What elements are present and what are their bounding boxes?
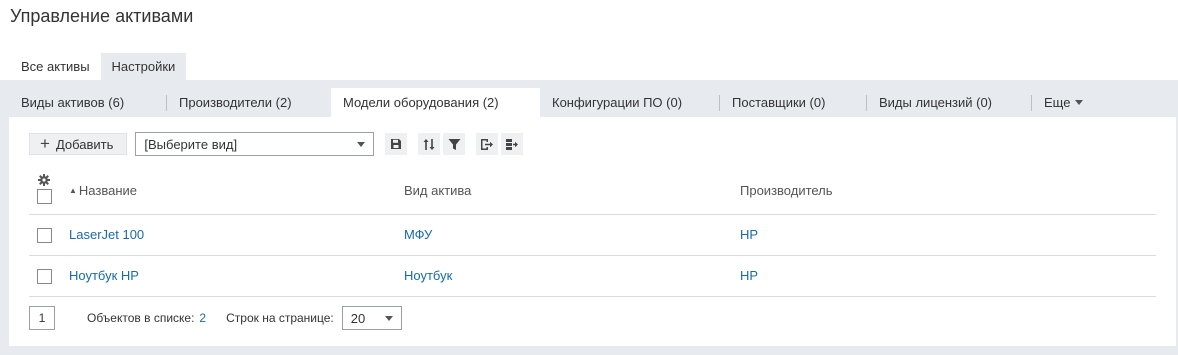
subtab-software-configs[interactable]: Конфигурации ПО (0) [540,88,720,118]
tab-all-assets[interactable]: Все активы [10,53,101,81]
select-all-checkbox[interactable] [37,189,52,204]
add-button[interactable]: + Добавить [29,133,128,155]
column-header-manufacturer[interactable]: Производитель [740,183,833,198]
top-tabs: Все активы Настройки [10,53,187,81]
subtab-suppliers[interactable]: Поставщики (0) [720,88,867,118]
row-checkbox[interactable] [37,228,52,243]
sort-button[interactable] [418,133,441,155]
count-value: 2 [199,311,207,325]
page-number-button[interactable]: 1 [29,306,55,330]
columns-export-icon [506,138,519,150]
rows-per-page-select[interactable]: 20 [341,306,402,330]
rows-per-page-label: Строк на странице: [226,311,334,325]
plus-icon: + [40,134,50,153]
subtab-asset-types[interactable]: Виды активов (6) [9,88,167,118]
row-name-link[interactable]: LaserJet 100 [69,227,144,242]
column-header-name-label: Название [78,183,138,198]
chevron-down-icon [357,141,366,147]
table-row: Ноутбук HP Ноутбук HP [29,256,1156,297]
row-type-link[interactable]: МФУ [404,227,432,242]
row-checkbox[interactable] [37,269,52,284]
tab-settings[interactable]: Настройки [100,53,187,81]
save-icon [391,139,402,149]
subtab-manufacturers[interactable]: Производители (2) [167,88,331,118]
subtab-more[interactable]: Еще [1032,88,1095,118]
table-footer: 1 Объектов в списке: 2 Строк на странице… [29,306,402,330]
page-title: Управление активами [10,6,194,26]
export-icon [481,138,494,150]
column-header-name[interactable]: ▲ Название [69,183,137,198]
view-select-value: [Выберите вид] [144,136,238,152]
chevron-down-icon [384,315,393,321]
row-manufacturer-link[interactable]: HP [740,268,758,283]
columns-export-button[interactable] [501,133,524,155]
filter-icon [448,138,461,150]
subtab-more-label: Еще [1044,95,1071,110]
column-header-type[interactable]: Вид актива [404,183,471,198]
toolbar: + Добавить [Выберите вид] [29,132,524,156]
gear-icon[interactable] [38,174,50,186]
subtab-license-types[interactable]: Виды лицензий (0) [867,88,1032,118]
add-button-label: Добавить [55,136,114,152]
sort-icon [423,138,435,150]
table-row: LaserJet 100 МФУ HP [29,215,1156,256]
row-manufacturer-link[interactable]: HP [740,227,758,242]
export-button[interactable] [476,133,499,155]
save-view-button[interactable] [385,133,408,155]
subtab-equipment-models[interactable]: Модели оборудования (2) [331,88,540,118]
filter-button[interactable] [443,133,466,155]
sub-tabs: Виды активов (6) Производители (2) Модел… [9,88,1095,118]
table-header: ▲ Название Вид актива Производитель [29,169,1156,215]
row-name-link[interactable]: Ноутбук HP [69,268,139,283]
rows-per-page-value: 20 [350,310,366,326]
row-type-link[interactable]: Ноутбук [404,268,452,283]
sort-indicator-icon: ▲ [69,186,77,195]
models-table: ▲ Название Вид актива Производитель Laser… [29,169,1156,297]
models-content: + Добавить [Выберите вид] ▲ Название Вид… [9,117,1176,346]
chevron-down-icon [1075,100,1084,105]
view-select[interactable]: [Выберите вид] [135,132,375,156]
settings-panel: Виды активов (6) Производители (2) Модел… [0,80,1178,355]
count-label: Объектов в списке: [87,311,195,325]
